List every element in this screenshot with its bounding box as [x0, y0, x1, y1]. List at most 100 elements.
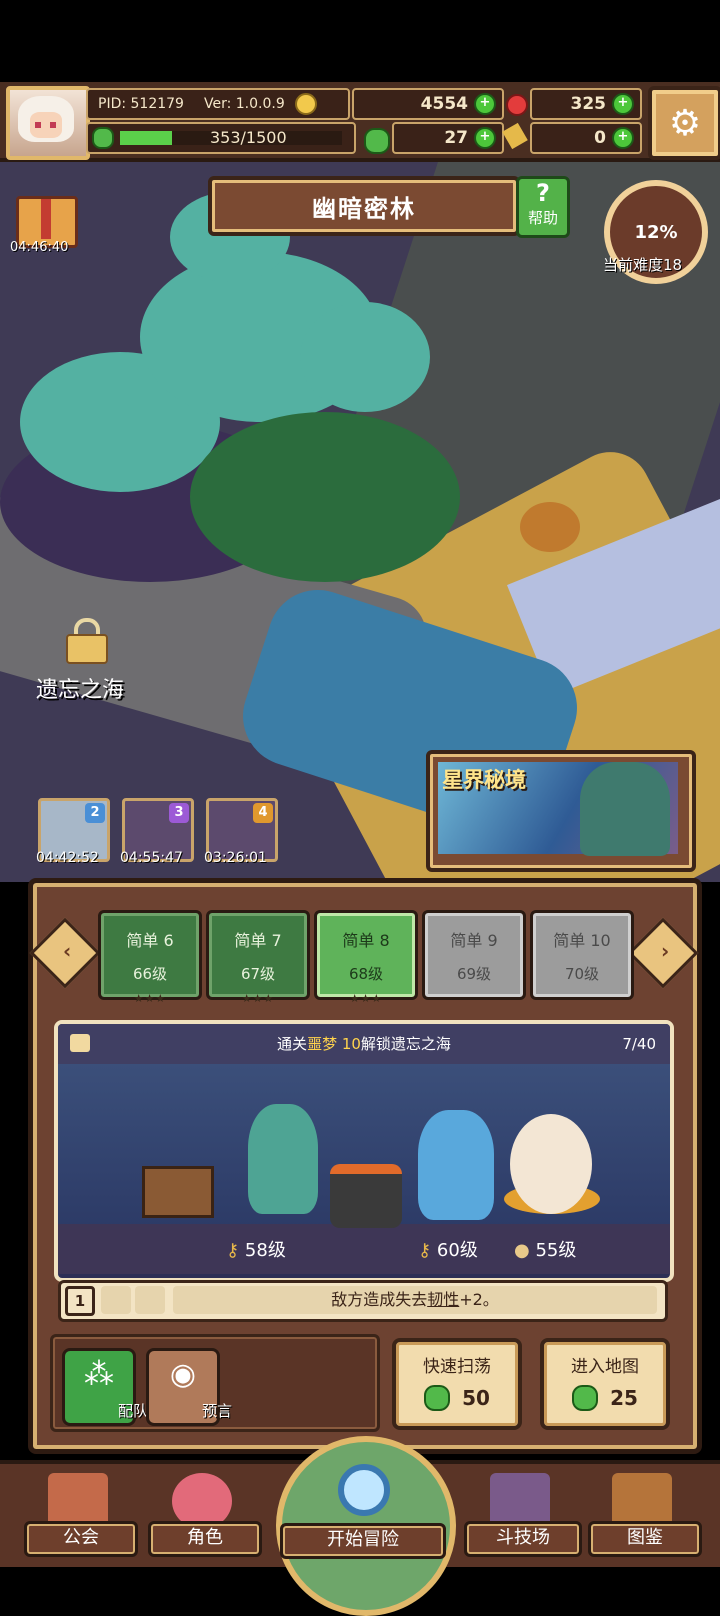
difficulty-label: 当前难度18: [603, 256, 683, 274]
exp-bar: 353/1500: [86, 122, 356, 154]
clover-icon: [572, 1385, 599, 1411]
locked-area-label[interactable]: 遗忘之海: [36, 672, 124, 704]
stage-level: 70级: [564, 965, 600, 983]
exp-track: 353/1500: [120, 128, 342, 147]
add-keys-icon[interactable]: +: [612, 127, 634, 149]
stage-card-locked[interactable]: 简单 9 69级: [422, 910, 526, 1000]
clover-icon: [364, 128, 390, 154]
version-label: Ver: 1.0.0.9: [203, 96, 285, 112]
resource-panel: PID: 512179 Ver: 1.0.0.9 4554 + 325 + 35…: [86, 86, 642, 154]
key-counter: 0 +: [530, 122, 642, 154]
clover-counter: 27 +: [392, 122, 504, 154]
gift-timer: 04:46:40: [10, 240, 69, 255]
star-realm-banner[interactable]: 星界秘境: [426, 750, 696, 872]
star-realm-title: 星界秘境: [442, 768, 526, 792]
exp-clover-icon: [92, 127, 114, 149]
settings-button[interactable]: ⚙: [648, 86, 720, 160]
cookie-icon: ●: [514, 1240, 530, 1261]
stage-card[interactable]: 简单 7 67级 ★★★: [206, 910, 310, 1005]
question-icon: ?: [536, 179, 550, 207]
sweep-cost: 50: [462, 1386, 490, 1410]
difficulty-percent: 12%: [634, 221, 678, 243]
nav-character[interactable]: 角色: [148, 1473, 262, 1557]
stage-stars: ★★★: [133, 992, 167, 1005]
help-button[interactable]: ? 帮助: [516, 176, 570, 238]
enemy-ice-spirit: [418, 1110, 494, 1220]
queue-badge-2: 3: [169, 803, 189, 823]
quick-sweep-label: 快速扫荡: [423, 1357, 491, 1377]
stage-level: 69级: [456, 965, 492, 983]
exp-fill: [120, 131, 173, 145]
nav-arena[interactable]: 斗技场: [464, 1473, 582, 1557]
gem-counter: 325 +: [530, 88, 642, 120]
help-label: 帮助: [527, 209, 558, 227]
enemy-bunny-girl: [248, 1104, 318, 1214]
chevron-left-icon: ‹: [62, 938, 72, 963]
nav-guild[interactable]: 公会: [24, 1473, 138, 1557]
lock-icon: [66, 618, 108, 664]
clover-value: 27: [444, 128, 468, 148]
key-small-icon: ⚷: [418, 1240, 432, 1261]
gem-icon: [506, 94, 528, 116]
nav-codex[interactable]: 图鉴: [588, 1473, 702, 1557]
team-icon: ⁂: [84, 1357, 114, 1392]
queue-badge-3: 4: [253, 803, 273, 823]
battle-preview: 通关噩梦 10解锁遗忘之海 7/40 ⚷ 58级 ⚷ 60级 ● 55级: [54, 1020, 674, 1282]
stage-name: 简单 10: [553, 931, 611, 950]
coin-counter: 4554 +: [352, 88, 504, 120]
stage-stars: ★★★: [349, 992, 383, 1005]
clover-icon: [424, 1385, 451, 1411]
add-clovers-icon[interactable]: +: [474, 127, 496, 149]
skill-bar: 1 敌方造成失去韧性+2。: [58, 1280, 668, 1322]
enter-cost: 25: [610, 1386, 638, 1410]
pid-label: PID: 512179: [98, 96, 184, 112]
skill-description: 敌方造成失去韧性+2。: [173, 1286, 657, 1314]
team-button[interactable]: ⁂ 配队: [62, 1348, 148, 1426]
stage-card-selected[interactable]: 简单 8 68级 ★★★: [314, 910, 418, 1005]
chevron-right-icon: ›: [660, 938, 670, 963]
prophecy-button[interactable]: ◉ 预言: [146, 1348, 232, 1426]
status-bar-area: [0, 0, 720, 82]
exp-value: 353/1500: [210, 128, 287, 147]
stage-level: 67级: [240, 965, 276, 983]
avatar[interactable]: [6, 86, 90, 160]
enter-map-label: 进入地图: [571, 1357, 639, 1377]
queue-badge-1: 2: [85, 803, 105, 823]
stage-name: 简单 8: [342, 931, 390, 950]
queue-timer-1: 04:42:52: [36, 850, 99, 866]
crystal-ball-icon: ◉: [169, 1357, 197, 1392]
quick-sweep-button[interactable]: 快速扫荡 50: [392, 1338, 522, 1430]
enemy-princess: [510, 1114, 592, 1214]
stage-level: 68级: [348, 965, 384, 983]
key-small-icon: ⚷: [226, 1240, 240, 1261]
gear-icon: ⚙: [668, 102, 702, 144]
stage-level: 66级: [132, 965, 168, 983]
coin-value: 4554: [420, 94, 468, 114]
add-gems-icon[interactable]: +: [612, 93, 634, 115]
stage-card-locked[interactable]: 简单 10 70级: [530, 910, 634, 1000]
stage-name: 简单 9: [450, 931, 498, 950]
unlock-progress: 7/40: [622, 1035, 656, 1053]
enter-map-button[interactable]: 进入地图 25: [540, 1338, 670, 1430]
magnifier-icon: [338, 1464, 390, 1516]
gem-value: 325: [570, 94, 607, 114]
add-coins-icon[interactable]: +: [474, 93, 496, 115]
cauldron: [330, 1164, 402, 1228]
stage-stars: ★★★: [241, 992, 275, 1005]
skill-slot[interactable]: [135, 1286, 165, 1314]
key-value: 0: [594, 128, 606, 148]
enemy-level-3: ● 55级: [514, 1240, 577, 1261]
skill-slot[interactable]: [101, 1286, 131, 1314]
stage-name: 简单 7: [234, 931, 282, 950]
key-icon: [502, 122, 528, 150]
queue-timer-2: 04:55:47: [120, 850, 183, 866]
pid-version-row: PID: 512179 Ver: 1.0.0.9: [86, 88, 350, 120]
stage-card[interactable]: 简单 6 66级 ★★★: [98, 910, 202, 1005]
realm-character: [580, 762, 670, 856]
queue-timer-3: 03:26:01: [204, 850, 267, 866]
skill-number: 1: [65, 1286, 95, 1316]
crate: [142, 1166, 214, 1218]
stage-name: 简单 6: [126, 931, 174, 950]
enemy-level-2: ⚷ 60级: [418, 1240, 478, 1261]
nav-start-adventure[interactable]: 开始冒险: [276, 1436, 456, 1616]
